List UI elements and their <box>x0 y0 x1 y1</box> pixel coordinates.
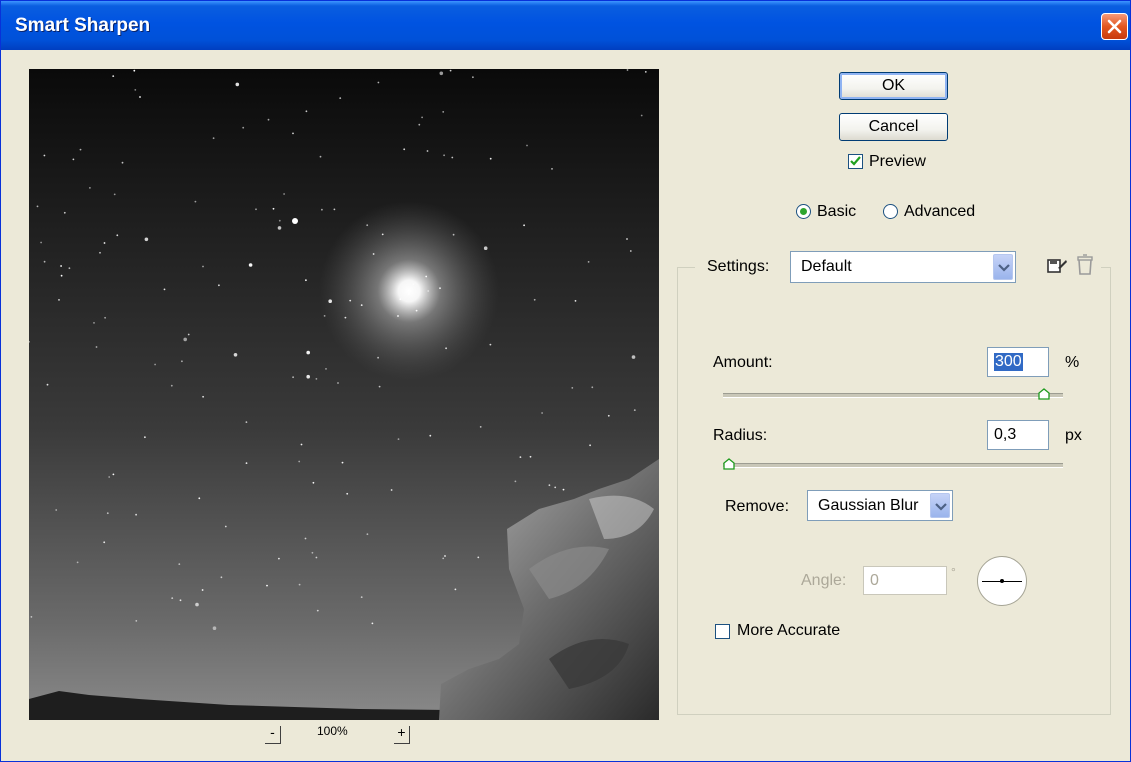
settings-select[interactable]: Default <box>790 251 1016 283</box>
angle-dial <box>977 556 1027 606</box>
angle-label: Angle: <box>801 572 847 589</box>
angle-input: 0 <box>863 566 947 595</box>
radius-slider-track[interactable] <box>723 463 1063 468</box>
radius-label: Radius: <box>713 427 768 444</box>
settings-value: Default <box>801 258 852 275</box>
close-button[interactable] <box>1101 13 1128 40</box>
settings-label: Settings: <box>707 258 770 275</box>
amount-value: 300 <box>994 353 1023 371</box>
checkmark-icon <box>850 156 861 166</box>
amount-label: Amount: <box>713 354 773 371</box>
chevron-down-icon <box>998 264 1010 272</box>
preview-image[interactable] <box>29 69 659 720</box>
remove-dropdown-arrow[interactable] <box>930 493 950 518</box>
amount-slider-track[interactable] <box>723 393 1063 398</box>
preview-checkbox[interactable] <box>848 154 863 169</box>
zoom-level: 100% <box>317 724 348 738</box>
radius-slider-thumb[interactable] <box>723 457 735 470</box>
save-settings-icon[interactable] <box>1046 256 1068 281</box>
advanced-label: Advanced <box>904 203 976 220</box>
radius-input[interactable]: 0,3 <box>987 420 1049 450</box>
delete-settings-icon[interactable] <box>1076 254 1094 281</box>
close-icon <box>1107 19 1122 34</box>
amount-input[interactable]: 300 <box>987 347 1049 377</box>
remove-value: Gaussian Blur <box>818 497 919 514</box>
remove-select[interactable]: Gaussian Blur <box>807 490 953 521</box>
basic-label: Basic <box>817 203 857 220</box>
title-bar[interactable]: Smart Sharpen <box>1 1 1130 50</box>
ok-button[interactable]: OK <box>839 72 948 100</box>
zoom-in-button[interactable]: + <box>394 725 410 744</box>
zoom-out-button[interactable]: - <box>265 725 281 744</box>
settings-dropdown-arrow[interactable] <box>993 254 1013 280</box>
cancel-button[interactable]: Cancel <box>839 113 948 141</box>
advanced-radio[interactable] <box>883 204 898 219</box>
chevron-down-icon <box>935 503 947 511</box>
more-accurate-label: More Accurate <box>737 622 841 639</box>
radius-value: 0,3 <box>994 426 1017 443</box>
window-title: Smart Sharpen <box>15 15 151 36</box>
remove-label: Remove: <box>725 498 790 515</box>
radius-unit: px <box>1065 427 1082 444</box>
smart-sharpen-dialog: Smart Sharpen - 100% + OK Cancel Preview… <box>0 0 1131 762</box>
amount-slider-thumb[interactable] <box>1038 387 1050 400</box>
amount-unit: % <box>1065 354 1080 371</box>
basic-radio[interactable] <box>796 204 811 219</box>
more-accurate-checkbox[interactable] <box>715 624 730 639</box>
angle-value: 0 <box>870 572 879 589</box>
preview-label: Preview <box>869 153 926 170</box>
angle-unit: ° <box>951 565 956 579</box>
